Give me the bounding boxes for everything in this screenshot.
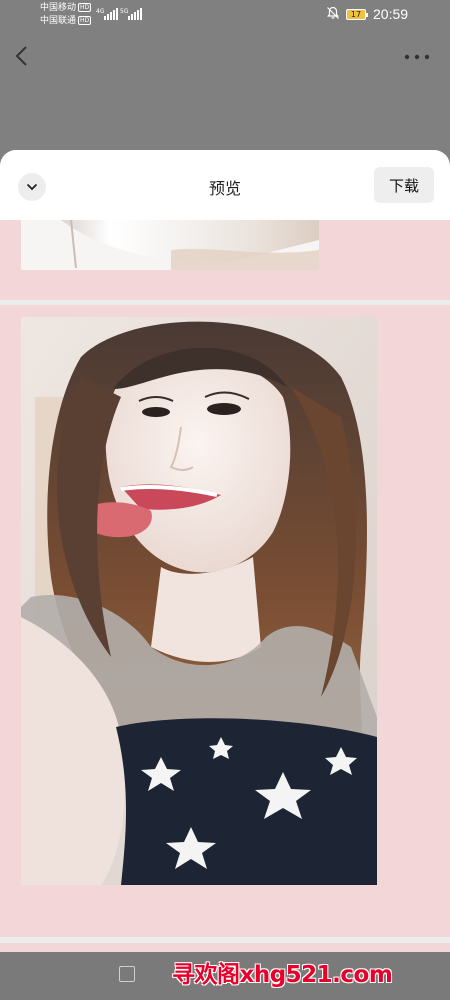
status-time: 20:59: [373, 6, 409, 22]
preview-sheet: 预览 下载: [0, 150, 450, 1000]
checkbox-icon[interactable]: [119, 966, 135, 982]
hd-badge: HD: [78, 16, 92, 25]
document-page: [0, 305, 450, 937]
bottom-bar: 寻欢阁xhg521.com: [0, 952, 450, 1000]
download-button[interactable]: 下载: [374, 167, 434, 203]
document-page: [0, 220, 450, 300]
chevron-left-icon[interactable]: [12, 44, 32, 68]
hd-badge: HD: [78, 3, 92, 12]
carrier-2-label: 中国联通: [40, 16, 77, 26]
photo: [21, 220, 319, 270]
more-dots-icon[interactable]: [404, 54, 430, 60]
signal-1-icon: [104, 8, 118, 20]
carrier-1-label: 中国移动: [40, 3, 77, 13]
status-bar: 中国移动 HD 中国联通 HD 4G 5G 17 20:59: [0, 0, 450, 30]
sheet-header: 预览 下载: [0, 150, 450, 220]
photo: [21, 317, 377, 885]
signal-2-icon: [128, 8, 142, 20]
battery-icon: 17: [346, 9, 368, 20]
bell-muted-icon: [327, 6, 339, 19]
watermark-text: 寻欢阁xhg521.com: [172, 962, 393, 988]
